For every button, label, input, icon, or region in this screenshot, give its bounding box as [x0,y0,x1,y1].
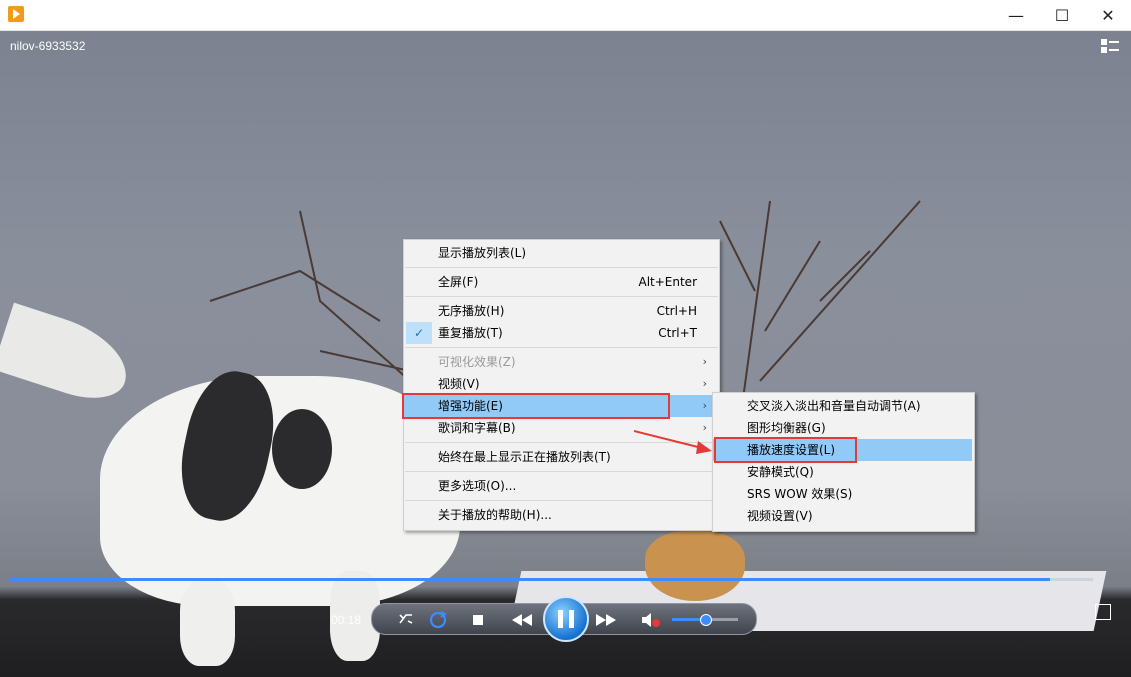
check-icon: ✓ [406,322,432,344]
window-titlebar: — ☐ ✕ [0,0,1131,31]
menu-item-shortcut: Ctrl+T [658,326,697,340]
submenu-item-label: 交叉淡入淡出和音量自动调节(A) [747,399,921,413]
menu-separator [405,296,718,297]
menu-item-fullscreen[interactable]: 全屏(F) Alt+Enter [404,271,717,293]
menu-item-shuffle[interactable]: 无序播放(H) Ctrl+H [404,300,717,322]
submenu-item-srs-wow[interactable]: SRS WOW 效果(S) [713,483,972,505]
annotation-arrow-icon [633,430,712,454]
submenu-item-label: 安静模式(Q) [747,465,814,479]
video-title: nilov-6933532 [10,39,86,53]
menu-item-playback-help[interactable]: 关于播放的帮助(H)... [404,504,717,526]
cat-tail-shape [0,302,138,410]
menu-item-label: 视频(V) [438,377,480,391]
cat-leg-shape [180,581,235,666]
seek-bar[interactable] [10,578,1093,581]
annotation-box-play-speed [714,437,857,463]
current-time: 00:18 [331,613,362,627]
close-button[interactable]: ✕ [1085,0,1131,30]
submenu-arrow-icon: › [702,377,707,390]
app-icon [8,6,24,22]
pause-button[interactable] [543,596,589,642]
annotation-box-enhancements [402,393,670,419]
maximize-button[interactable]: ☐ [1039,0,1085,30]
submenu-arrow-icon: › [702,399,707,412]
menu-item-label: 歌词和字幕(B) [438,421,516,435]
menu-item-repeat[interactable]: ✓ 重复播放(T) Ctrl+T [404,322,717,344]
menu-item-more-options[interactable]: 更多选项(O)... [404,475,717,497]
seek-bar-fill [10,578,1050,581]
menu-separator [405,347,718,348]
volume-thumb[interactable] [700,614,712,626]
submenu-item-label: 视频设置(V) [747,509,813,523]
minimize-button[interactable]: — [993,0,1039,30]
menu-item-label: 重复播放(T) [438,326,503,340]
playlist-toggle-icon[interactable] [1101,38,1119,54]
submenu-item-label: SRS WOW 效果(S) [747,487,853,501]
submenu-item-video-settings[interactable]: 视频设置(V) [713,505,972,527]
previous-button[interactable] [510,612,534,628]
menu-item-shortcut: Alt+Enter [638,275,697,289]
mute-icon[interactable] [640,611,662,629]
menu-item-label: 可视化效果(Z) [438,355,516,369]
menu-separator [405,500,718,501]
menu-item-video[interactable]: 视频(V) › [404,373,717,395]
volume-slider[interactable] [672,614,738,626]
menu-item-label: 始终在最上显示正在播放列表(T) [438,450,611,464]
menu-item-label: 显示播放列表(L) [438,246,527,260]
menu-item-label: 全屏(F) [438,275,479,289]
menu-separator [405,471,718,472]
menu-item-show-playlist[interactable]: 显示播放列表(L) [404,242,717,264]
submenu-item-label: 图形均衡器(G) [747,421,826,435]
menu-separator [405,267,718,268]
submenu-item-graphic-equalizer[interactable]: 图形均衡器(G) [713,417,972,439]
shuffle-icon[interactable] [398,611,416,627]
menu-item-label: 无序播放(H) [438,304,505,318]
switch-to-library-icon[interactable] [1095,604,1111,620]
menu-item-label: 关于播放的帮助(H)... [438,508,552,522]
repeat-icon[interactable] [428,610,448,630]
stop-button[interactable] [473,615,483,625]
submenu-arrow-icon: › [702,355,707,368]
menu-item-shortcut: Ctrl+H [656,304,697,318]
menu-item-label: 更多选项(O)... [438,479,517,493]
submenu-item-quiet-mode[interactable]: 安静模式(Q) [713,461,972,483]
context-menu: 显示播放列表(L) 全屏(F) Alt+Enter 无序播放(H) Ctrl+H… [403,239,720,531]
menu-item-visualizations[interactable]: 可视化效果(Z) › [404,351,717,373]
submenu-item-crossfade[interactable]: 交叉淡入淡出和音量自动调节(A) [713,395,972,417]
next-button[interactable] [594,612,618,628]
